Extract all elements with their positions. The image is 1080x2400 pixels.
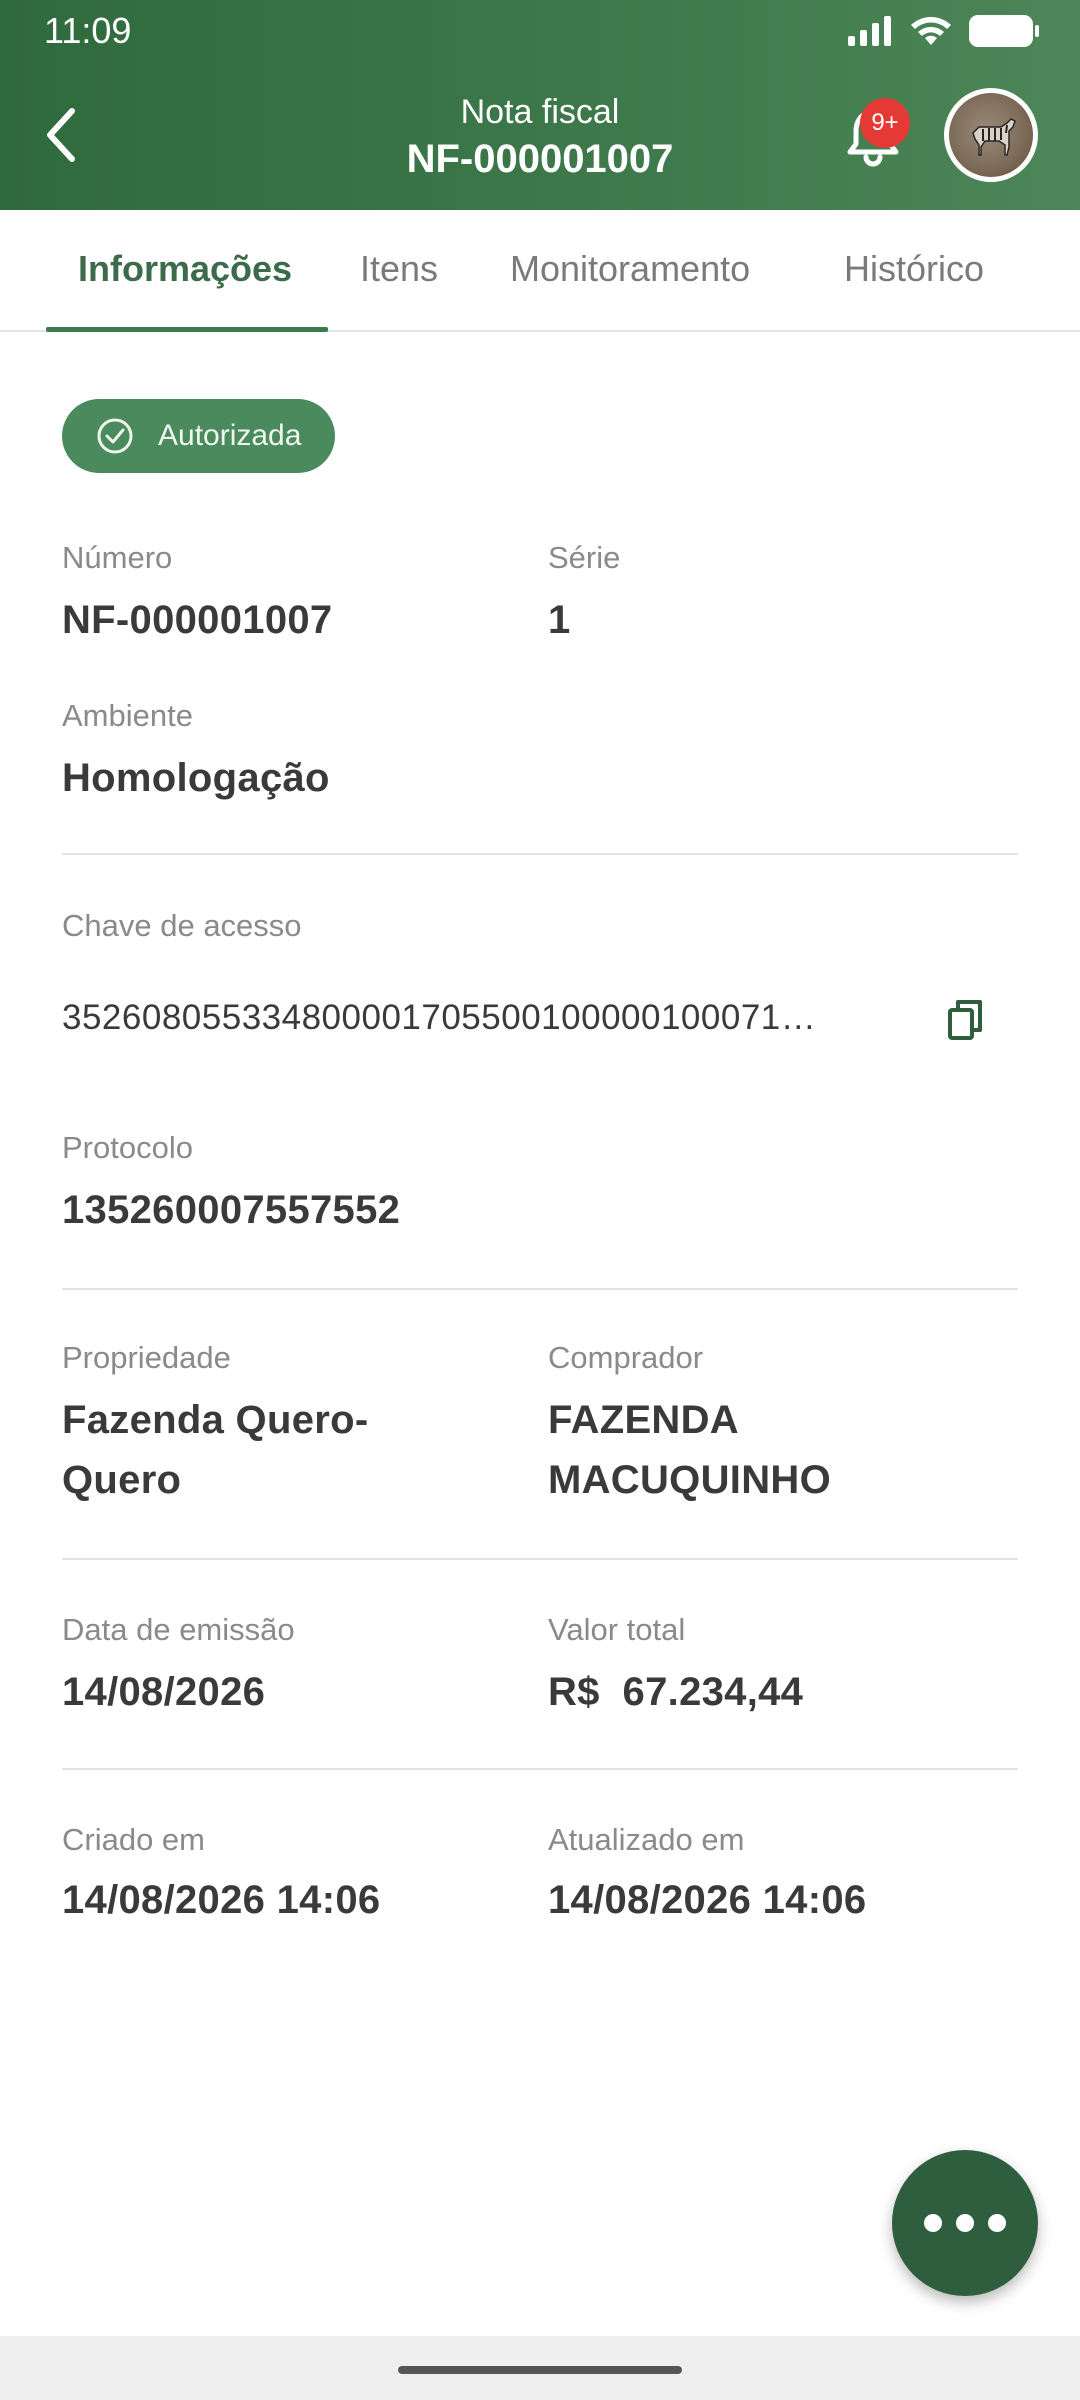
zebra-avatar-image (972, 118, 1016, 156)
comprador-label: Comprador (548, 1340, 704, 1375)
ambiente-value: Homologação (62, 756, 330, 800)
comprador-value-line2: MACUQUINHO (548, 1458, 831, 1502)
copy-access-key-button[interactable] (936, 990, 996, 1050)
header-subtitle: Nota fiscal (460, 93, 620, 131)
tab-historico[interactable]: Histórico (844, 248, 984, 290)
divider (62, 1558, 1018, 1560)
divider (62, 853, 1018, 855)
tab-itens[interactable]: Itens (360, 248, 438, 290)
divider (62, 1288, 1018, 1290)
propriedade-label: Propriedade (62, 1340, 231, 1375)
criado-em-value: 14/08/2026 14:06 (62, 1878, 381, 1922)
more-horizontal-icon (924, 2214, 942, 2232)
valor-total-value: R$ 67.234,44 (548, 1670, 804, 1714)
numero-label: Número (62, 540, 173, 575)
criado-em-label: Criado em (62, 1822, 205, 1857)
status-icons (848, 14, 1040, 48)
chave-acesso-label: Chave de acesso (62, 908, 302, 943)
data-emissao-label: Data de emissão (62, 1612, 295, 1647)
copy-icon (948, 1000, 982, 1040)
back-button[interactable] (30, 100, 90, 170)
tab-bar: Informações Itens Monitoramento Históric… (0, 210, 1080, 332)
status-time: 11:09 (44, 10, 132, 51)
tab-monitoramento[interactable]: Monitoramento (510, 248, 750, 290)
status-bar: 11:09 (0, 0, 1080, 60)
avatar[interactable] (944, 88, 1038, 182)
serie-label: Série (548, 540, 621, 575)
header-title: Nota fiscal NF-000001007 (240, 90, 840, 184)
more-horizontal-icon (956, 2214, 974, 2232)
check-circle-icon (97, 418, 133, 454)
protocolo-value: 135260007557552 (62, 1188, 401, 1232)
serie-value: 1 (548, 598, 571, 642)
propriedade-value-line2: Quero (62, 1458, 182, 1502)
battery-icon (969, 15, 1039, 47)
data-emissao-value: 14/08/2026 (62, 1670, 266, 1714)
notification-count-badge: 9+ (860, 98, 910, 148)
atualizado-em-label: Atualizado em (548, 1822, 745, 1857)
active-tab-indicator (46, 327, 328, 332)
more-actions-fab[interactable] (892, 2150, 1038, 2296)
status-badge: Autorizada (62, 399, 336, 473)
atualizado-em-value: 14/08/2026 14:06 (548, 1878, 867, 1922)
app-header: 11:09 Nota fiscal NF-000001007 9+ (0, 0, 1080, 210)
comprador-value-line1: FAZENDA (548, 1398, 739, 1442)
signal-icon (848, 16, 891, 46)
divider (62, 1768, 1018, 1770)
header-invoice-number: NF-000001007 (406, 137, 674, 181)
chave-acesso-value: 352608055334800001705500100000100071… (62, 998, 817, 1037)
chevron-left-icon (47, 108, 75, 162)
numero-value: NF-000001007 (62, 598, 333, 642)
home-indicator[interactable] (398, 2366, 682, 2374)
tab-informacoes[interactable]: Informações (78, 248, 292, 290)
propriedade-value-line1: Fazenda Quero- (62, 1398, 369, 1442)
valor-total-label: Valor total (548, 1612, 686, 1647)
more-horizontal-icon (988, 2214, 1006, 2232)
ambiente-label: Ambiente (62, 698, 193, 733)
status-badge-label: Autorizada (158, 419, 302, 452)
wifi-icon (911, 16, 951, 45)
protocolo-label: Protocolo (62, 1130, 193, 1165)
